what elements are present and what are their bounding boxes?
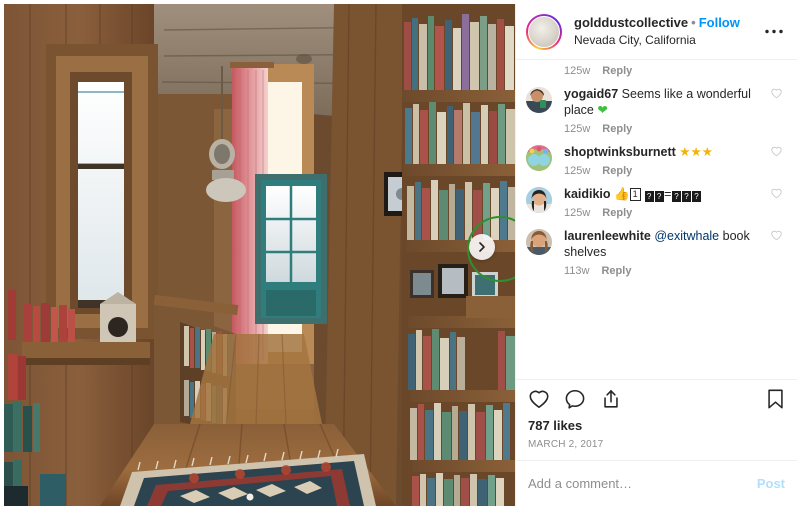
comment-text: yogaid67 Seems like a wonderful place ❤ — [564, 86, 765, 118]
comment-reply-button[interactable]: Reply — [601, 265, 631, 277]
comment-item: laurenleewhite @exitwhale book shelves 1… — [526, 219, 787, 277]
comment-meta: 113w Reply — [564, 265, 765, 277]
comment-like-button[interactable] — [771, 188, 787, 199]
comment-text: laurenleewhite @exitwhale book shelves — [564, 228, 765, 260]
comment-avatar[interactable] — [526, 87, 552, 113]
heart-outline-icon — [771, 188, 782, 199]
comment-like-button[interactable] — [771, 230, 787, 241]
save-button[interactable] — [766, 388, 785, 410]
comment-bubble-icon — [565, 389, 585, 409]
comment-item: shoptwinksburnett ★★★ 125w Reply — [526, 135, 787, 177]
comment-text: kaidikio 👍 1 ?? =??? — [564, 186, 765, 202]
comment-meta: 125w Reply — [564, 123, 765, 135]
more-horizontal-icon — [765, 29, 783, 34]
comment-avatar-image — [526, 145, 552, 171]
share-upload-icon — [604, 389, 618, 408]
post-username[interactable]: golddustcollective — [574, 15, 688, 30]
comment-avatar[interactable] — [526, 229, 552, 255]
comment-emoji-sequence: 👍 1 ?? =??? — [614, 187, 701, 202]
comment-reply-button[interactable]: Reply — [602, 165, 632, 177]
likes-count[interactable]: 787 likes — [528, 418, 785, 433]
avatar[interactable] — [526, 13, 562, 50]
more-options-button[interactable] — [761, 19, 787, 45]
comment-button[interactable] — [564, 388, 586, 410]
comment-like-button[interactable] — [771, 146, 787, 157]
comment-body: yogaid67 Seems like a wonderful place ❤ … — [564, 86, 765, 135]
comment-item: kaidikio 👍 1 ?? =??? 125w Reply — [526, 177, 787, 219]
green-heart-emoji: ❤ — [597, 103, 608, 117]
comment-age: 113w — [564, 265, 590, 277]
like-button[interactable] — [528, 388, 550, 410]
star-emoji-group: ★★★ — [679, 145, 713, 159]
post-header: golddustcollective • Follow Nevada City, C… — [516, 4, 797, 60]
comment-age: 125w — [564, 65, 591, 77]
post-actions: 787 likes MARCH 2, 2017 — [516, 379, 797, 460]
post-date: MARCH 2, 2017 — [528, 439, 604, 450]
comment-item: yogaid67 Seems like a wonderful place ❤ … — [526, 77, 787, 135]
comment-meta: 125w Reply — [564, 65, 787, 77]
comment-body: 125w Reply — [564, 60, 787, 77]
comment-body: laurenleewhite @exitwhale book shelves 1… — [564, 228, 765, 277]
post-location[interactable]: Nevada City, California — [574, 33, 740, 48]
comment-avatar[interactable] — [526, 145, 552, 171]
comment-age: 125w — [564, 165, 591, 177]
heart-outline-icon — [771, 230, 782, 241]
keycap-one-emoji: 1 — [629, 188, 641, 201]
header-separator: • — [691, 15, 696, 31]
carousel-next-button[interactable] — [469, 234, 495, 260]
share-button[interactable] — [600, 388, 622, 410]
comment-avatar-image — [526, 187, 552, 213]
comment-reply-button[interactable]: Reply — [602, 207, 632, 219]
instagram-post: golddustcollective • Follow Nevada City, C… — [4, 4, 797, 506]
unsupported-glyph: ? — [654, 191, 664, 202]
comment-avatar-image — [526, 87, 552, 113]
comment-text: shoptwinksburnett ★★★ — [564, 144, 765, 160]
screenshot-frame: golddustcollective • Follow Nevada City, C… — [0, 0, 800, 512]
bookmark-outline-icon — [768, 389, 783, 409]
comment-avatar[interactable] — [526, 187, 552, 213]
post-header-text: golddustcollective • Follow Nevada City, C… — [574, 15, 740, 47]
comment-mention[interactable]: @exitwhale — [654, 229, 719, 243]
thumbs-up-emoji: 👍 — [614, 187, 630, 201]
post-comment-button[interactable]: Post — [757, 476, 785, 491]
post-photo[interactable] — [4, 4, 515, 506]
post-sidebar: golddustcollective • Follow Nevada City, C… — [515, 4, 797, 506]
comment-reply-button[interactable]: Reply — [602, 65, 632, 77]
comment-meta: 125w Reply — [564, 165, 765, 177]
comment-item-partial: 125w Reply — [526, 60, 787, 77]
comment-username[interactable]: shoptwinksburnett — [564, 145, 676, 159]
follow-button[interactable]: Follow — [699, 15, 740, 30]
cabin-hallway-illustration — [4, 4, 515, 506]
avatar-image — [528, 15, 560, 48]
add-comment-input[interactable] — [528, 476, 747, 491]
comment-username[interactable]: laurenleewhite — [564, 229, 651, 243]
comments-list[interactable]: 125w Reply yogaid67 Seems like a wonderf… — [516, 60, 797, 379]
comment-meta: 125w Reply — [564, 207, 765, 219]
unsupported-glyph: ? — [691, 191, 701, 202]
comment-username[interactable]: kaidikio — [564, 187, 611, 201]
comment-username[interactable]: yogaid67 — [564, 87, 618, 101]
unsupported-glyph: ? — [671, 191, 681, 202]
add-comment-bar: Post — [516, 460, 797, 506]
comment-avatar-image — [526, 229, 552, 255]
action-buttons-row — [528, 388, 785, 410]
comment-age: 125w — [564, 207, 591, 219]
comment-body: kaidikio 👍 1 ?? =??? 125w Reply — [564, 186, 765, 219]
comment-body: shoptwinksburnett ★★★ 125w Reply — [564, 144, 765, 177]
heart-outline-icon — [771, 146, 782, 157]
heart-outline-icon — [529, 390, 549, 409]
post-header-line: golddustcollective • Follow — [574, 15, 740, 31]
heart-outline-icon — [771, 88, 782, 99]
comment-reply-button[interactable]: Reply — [602, 123, 632, 135]
unsupported-glyph: ? — [681, 191, 691, 202]
unsupported-glyph: ? — [644, 191, 654, 202]
chevron-right-icon — [479, 242, 485, 252]
comment-like-button[interactable] — [771, 88, 787, 99]
comment-age: 125w — [564, 123, 591, 135]
